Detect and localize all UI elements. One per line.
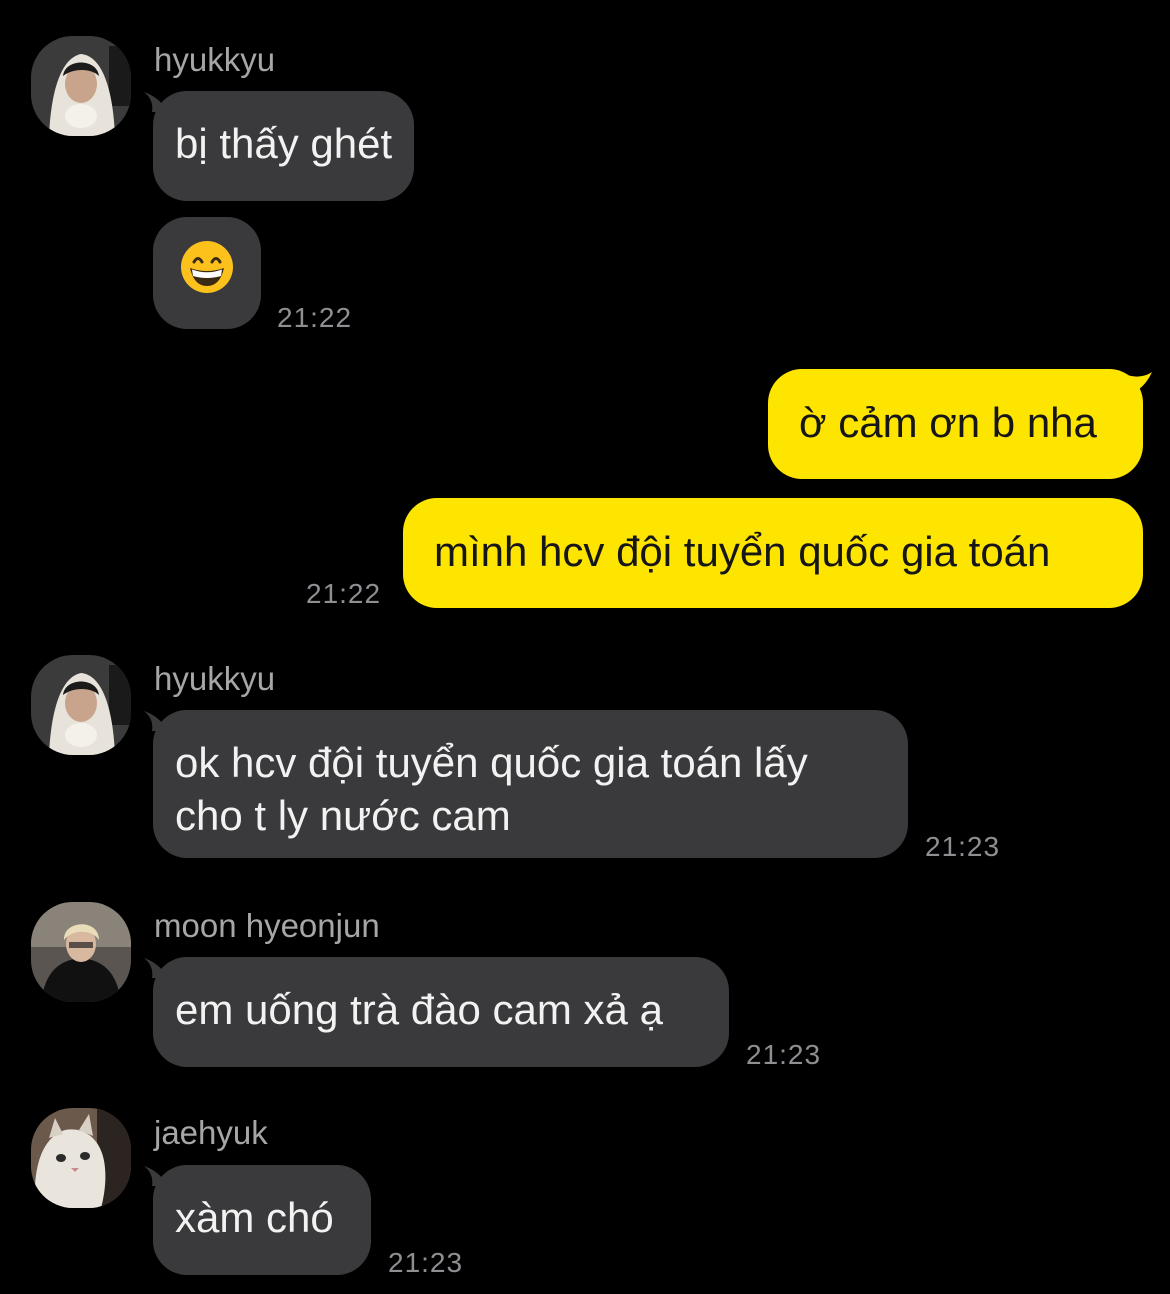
message-bubble[interactable]: mình hcv đội tuyển quốc gia toán [403,498,1143,608]
message-text: ok hcv đội tuyển quốc gia toán lấy [175,739,808,786]
bubble-tail [144,958,164,978]
bubble-tail [144,711,164,731]
sender-name: moon hyeonjun [154,907,380,944]
message-timestamp: 21:22 [277,302,353,333]
message-bubble[interactable]: xàm chó [153,1165,371,1275]
sender-name: jaehyuk [154,1114,268,1151]
message-timestamp: 21:23 [925,831,1001,862]
bubble-tail [144,1166,164,1186]
avatar-jaehyuk[interactable] [31,1108,131,1208]
avatar-moon-hyeonjun[interactable] [31,902,131,1002]
message-text: xàm chó [175,1194,334,1241]
emoji-bubble[interactable] [153,217,261,329]
message-bubble[interactable]: ok hcv đội tuyển quốc gia toán lấy cho t… [153,710,908,858]
message-text: cho t ly nước cam [175,792,511,839]
message-text: bị thấy ghét [175,120,393,167]
bubble-tail [144,92,164,112]
message-text: em uống trà đào cam xả ạ [175,986,663,1033]
sender-name: hyukkyu [154,41,276,78]
message-timestamp: 21:22 [306,578,382,609]
message-text: mình hcv đội tuyển quốc gia toán [434,528,1051,575]
message-bubble[interactable]: ờ cảm ơn b nha [768,369,1143,479]
grinning-face-icon [180,240,234,306]
message-bubble[interactable]: em uống trà đào cam xả ạ [153,957,729,1067]
bubble-tail [1124,372,1152,394]
message-timestamp: 21:23 [388,1247,464,1278]
message-timestamp: 21:23 [746,1039,822,1070]
avatar-hyukkyu[interactable] [31,655,131,755]
sender-name: hyukkyu [154,660,276,697]
avatar-hyukkyu[interactable] [31,36,131,136]
message-bubble[interactable]: bị thấy ghét [153,91,415,201]
message-text: ờ cảm ơn b nha [799,399,1097,446]
